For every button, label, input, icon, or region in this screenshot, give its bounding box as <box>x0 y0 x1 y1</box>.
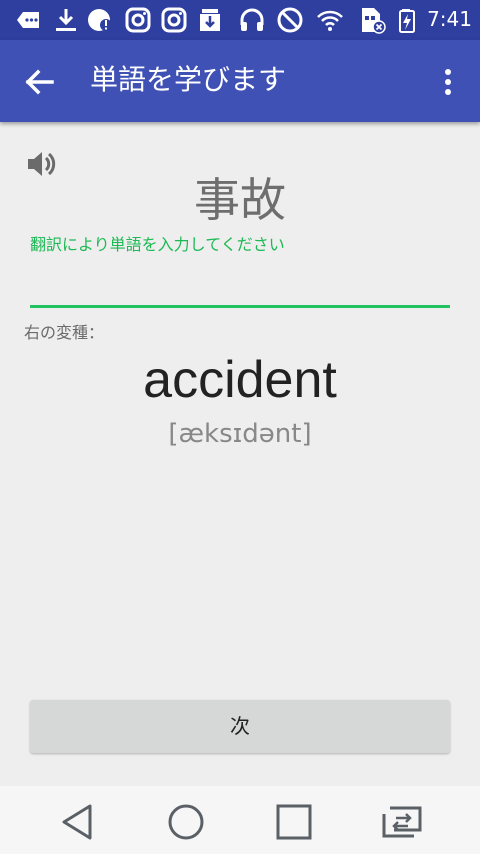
instagram-icon <box>125 7 151 33</box>
back-triangle-icon[interactable] <box>56 800 100 844</box>
navigation-bar <box>0 786 480 854</box>
input-underline <box>30 305 450 308</box>
download-icon <box>56 9 76 31</box>
download-box-icon <box>200 9 220 31</box>
battery-charging-icon <box>399 9 415 33</box>
arrow-back-icon[interactable] <box>18 60 62 104</box>
page-title: 単語を学びます <box>90 63 287 96</box>
more-vert-icon[interactable] <box>430 62 466 102</box>
status-bar: 7:41 <box>0 0 480 40</box>
more-icon <box>17 12 39 28</box>
wifi-icon <box>317 10 343 31</box>
do-not-disturb-icon <box>277 7 303 33</box>
answer-input[interactable] <box>30 262 454 304</box>
input-hint: 翻訳により単語を入力してください <box>30 235 285 254</box>
phonetic-transcription: [æksɪdənt] <box>168 419 312 449</box>
next-button[interactable]: 次 <box>30 700 450 753</box>
sim-no-signal-icon <box>362 8 386 34</box>
variant-label: 右の変種： <box>24 323 105 342</box>
home-circle-icon[interactable] <box>164 800 208 844</box>
recents-square-icon[interactable] <box>272 800 316 844</box>
question-word: 事故 <box>194 173 286 227</box>
instagram-icon <box>161 7 187 33</box>
app-bar: 単語を学びます <box>0 40 480 122</box>
status-time: 7:41 <box>427 7 472 31</box>
screen-switch-icon[interactable] <box>380 800 424 844</box>
notification-alert-icon <box>88 9 112 31</box>
answer-word: accident <box>143 351 337 409</box>
headphones-icon <box>240 8 264 31</box>
